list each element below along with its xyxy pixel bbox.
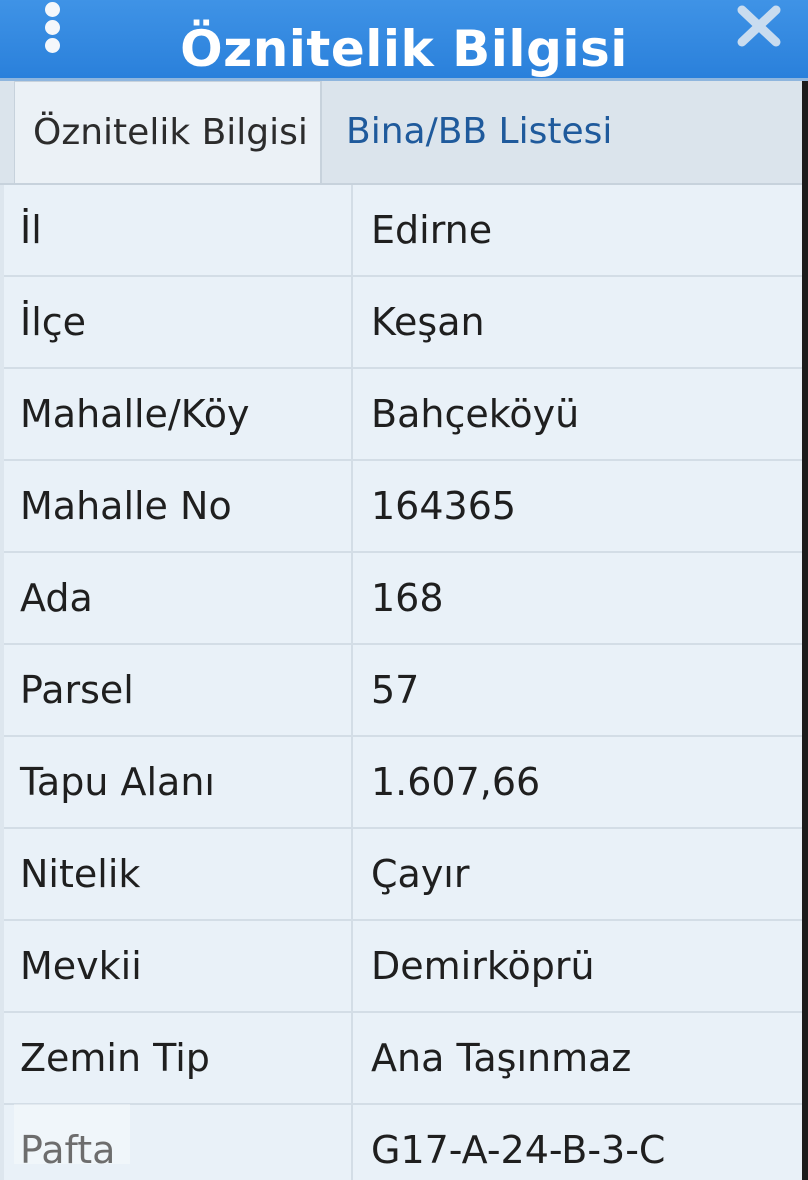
row-label: Mahalle/Köy (4, 368, 353, 461)
row-value: Demirköprü (352, 920, 802, 1013)
window-title: Öznitelik Bilgisi (180, 20, 628, 78)
tab-bar: Öznitelik Bilgisi Bina/BB Listesi (0, 81, 808, 185)
tab-building-list[interactable]: Bina/BB Listesi (346, 81, 612, 183)
row-label: İl (4, 185, 353, 277)
row-value: 57 (352, 644, 802, 737)
attribute-table: İl Edirne İlçe Keşan Mahalle/Köy Bahçekö… (4, 185, 802, 1180)
row-value: 164365 (352, 460, 802, 553)
screen-edge (802, 81, 808, 1180)
table-row: Ada 168 (4, 552, 802, 645)
row-value: 168 (352, 552, 802, 645)
row-label: Ada (4, 552, 353, 645)
row-label: Zemin Tip (4, 1012, 353, 1105)
row-value: Edirne (352, 185, 802, 277)
table-row: Zemin Tip Ana Taşınmaz (4, 1012, 802, 1105)
row-label: Mevkii (4, 920, 353, 1013)
row-label: İlçe (4, 276, 353, 369)
row-value: Keşan (352, 276, 802, 369)
row-label: Tapu Alanı (4, 736, 353, 829)
table-row: İl Edirne (4, 185, 802, 277)
attribute-info-window: Öznitelik Bilgisi Öznitelik Bilgisi Bina… (0, 0, 808, 1180)
table-row: Mahalle/Köy Bahçeköyü (4, 368, 802, 461)
tab-attribute-info[interactable]: Öznitelik Bilgisi (14, 81, 322, 183)
table-row: Nitelik Çayır (4, 828, 802, 921)
table-row: İlçe Keşan (4, 276, 802, 369)
row-value: Bahçeköyü (352, 368, 802, 461)
row-value: Ana Taşınmaz (352, 1012, 802, 1105)
close-icon[interactable] (734, 4, 784, 48)
row-label: Nitelik (4, 828, 353, 921)
title-bar: Öznitelik Bilgisi (0, 0, 808, 81)
table-row: Mahalle No 164365 (4, 460, 802, 553)
table-row: Parsel 57 (4, 644, 802, 737)
row-value: Çayır (352, 828, 802, 921)
table-row: Mevkii Demirköprü (4, 920, 802, 1013)
row-value: 1.607,66 (352, 736, 802, 829)
row-label: Parsel (4, 644, 353, 737)
row-value: G17-A-24-B-3-C (352, 1104, 802, 1180)
table-row: Tapu Alanı 1.607,66 (4, 736, 802, 829)
watermark-logo (14, 1104, 130, 1164)
row-label: Mahalle No (4, 460, 353, 553)
